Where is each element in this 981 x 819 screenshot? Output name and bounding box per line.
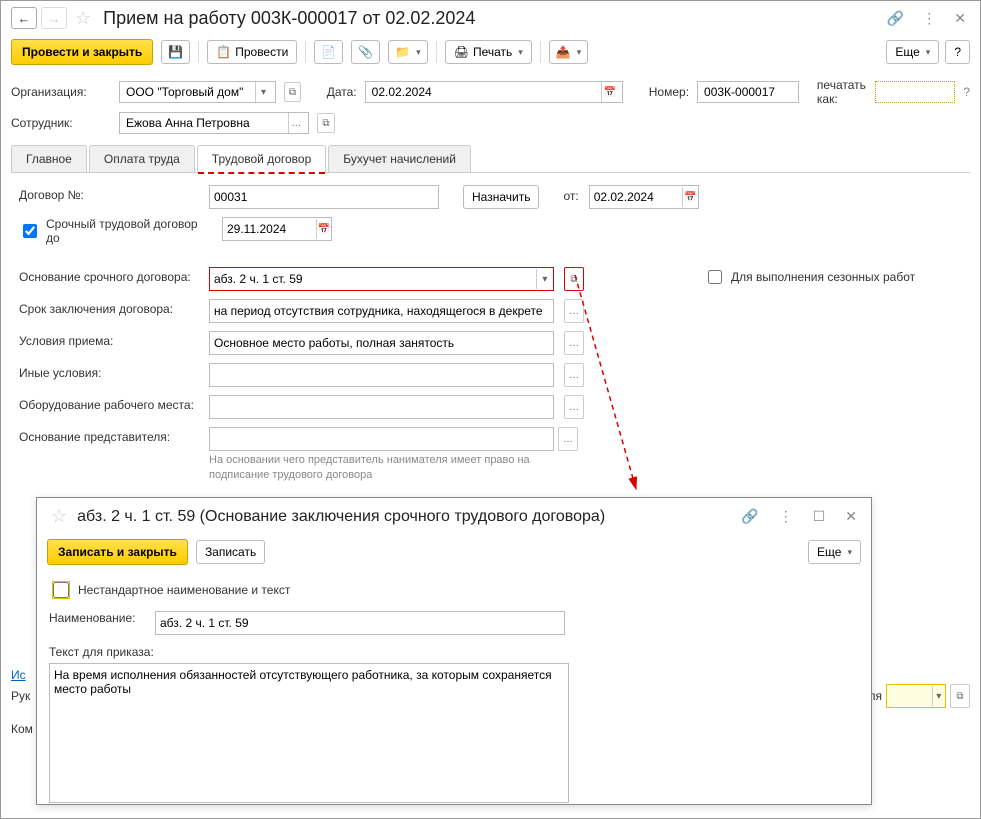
- forward-button[interactable]: →: [41, 7, 67, 29]
- chevron-down-icon: ▾: [518, 47, 523, 58]
- tab-main[interactable]: Главное: [11, 145, 87, 172]
- ellipsis-icon[interactable]: …: [558, 427, 578, 451]
- folder-button[interactable]: 📁▾: [388, 40, 427, 64]
- bottom-field[interactable]: ▾: [886, 684, 946, 708]
- sub-maximize-icon[interactable]: ☐: [809, 506, 830, 527]
- term-label: Срок заключения договора:: [19, 299, 199, 316]
- seasonal-checkbox[interactable]: [708, 270, 722, 284]
- conditions-label: Условия приема:: [19, 331, 199, 348]
- ellipsis-icon[interactable]: …: [564, 299, 584, 323]
- sub-close-icon[interactable]: ✕: [841, 506, 861, 527]
- doc-button[interactable]: 📄: [314, 40, 343, 64]
- ellipsis-icon[interactable]: …: [564, 331, 584, 355]
- close-icon[interactable]: ✕: [950, 8, 970, 29]
- sub-menu-icon[interactable]: ⋮: [775, 506, 797, 527]
- history-link-fragment[interactable]: Ис: [11, 668, 26, 682]
- equipment-label: Оборудование рабочего места:: [19, 395, 199, 412]
- calendar-icon[interactable]: 📅: [601, 82, 618, 102]
- number-field[interactable]: [697, 81, 799, 103]
- print-as-label: печатать как:: [817, 78, 868, 106]
- save-button[interactable]: 💾: [161, 40, 190, 64]
- post-button[interactable]: 📋Провести: [207, 40, 297, 64]
- help-button[interactable]: ?: [945, 40, 970, 64]
- dropdown-icon[interactable]: ▾: [255, 82, 271, 102]
- nonstandard-label: Нестандартное наименование и текст: [78, 583, 290, 597]
- menu-icon[interactable]: ⋮: [918, 8, 940, 29]
- other-field[interactable]: [209, 363, 554, 387]
- print-as-field[interactable]: [875, 81, 955, 103]
- other-label: Иные условия:: [19, 363, 199, 380]
- export-button[interactable]: 📤▾: [549, 40, 588, 64]
- sub-name-label: Наименование:: [49, 611, 145, 625]
- nonstandard-checkbox[interactable]: [53, 582, 69, 598]
- rep-basis-field[interactable]: [209, 427, 554, 451]
- tab-salary[interactable]: Оплата труда: [89, 145, 195, 172]
- sub-save-close-button[interactable]: Записать и закрыть: [47, 539, 188, 565]
- calendar-icon[interactable]: 📅: [316, 219, 331, 239]
- equipment-field[interactable]: [209, 395, 554, 419]
- open-icon[interactable]: ⧉: [317, 113, 335, 133]
- employee-label: Сотрудник:: [11, 116, 111, 130]
- order-text-label: Текст для приказа:: [49, 645, 859, 659]
- chevron-down-icon: ▾: [847, 547, 852, 558]
- calendar-icon[interactable]: 📅: [682, 187, 697, 207]
- until-date-field[interactable]: 📅: [222, 217, 332, 241]
- post-close-button[interactable]: Провести и закрыть: [11, 39, 153, 65]
- seasonal-label: Для выполнения сезонных работ: [731, 270, 915, 284]
- employee-field[interactable]: …: [119, 112, 309, 134]
- tab-accounting[interactable]: Бухучет начислений: [328, 145, 471, 172]
- basis-field[interactable]: ▾: [209, 267, 554, 291]
- favorite-star-icon[interactable]: ☆: [75, 8, 91, 29]
- contract-number-label: Договор №:: [19, 185, 199, 202]
- basis-label: Основание срочного договора:: [19, 267, 199, 284]
- number-label: Номер:: [649, 85, 689, 99]
- open-icon[interactable]: ⧉: [950, 684, 970, 708]
- ellipsis-icon[interactable]: …: [564, 363, 584, 387]
- date-field[interactable]: 📅: [365, 81, 623, 103]
- post-icon: 📋: [216, 45, 231, 59]
- basis-open-icon[interactable]: ⧉: [564, 267, 584, 291]
- contract-number-field[interactable]: [209, 185, 439, 209]
- term-field[interactable]: [209, 299, 554, 323]
- attach-button[interactable]: 📎: [351, 40, 380, 64]
- ellipsis-icon[interactable]: …: [288, 113, 304, 133]
- urgent-checkbox[interactable]: [23, 224, 37, 238]
- tab-contract[interactable]: Трудовой договор: [197, 145, 326, 173]
- sub-link-icon[interactable]: 🔗: [737, 506, 762, 527]
- more-button[interactable]: Еще▾: [886, 40, 939, 64]
- print-button[interactable]: 🖨 Печать▾: [445, 40, 532, 64]
- date-label: Дата:: [327, 85, 357, 99]
- head-label-fragment: Рук: [11, 689, 30, 703]
- sub-save-button[interactable]: Записать: [196, 540, 265, 564]
- from-label: от:: [563, 189, 578, 203]
- from-date-field[interactable]: 📅: [589, 185, 699, 209]
- conditions-field[interactable]: [209, 331, 554, 355]
- dropdown-icon[interactable]: ▾: [536, 269, 553, 289]
- dropdown-icon[interactable]: ▾: [932, 686, 945, 706]
- org-label: Организация:: [11, 85, 111, 99]
- org-field[interactable]: ▾: [119, 81, 276, 103]
- open-icon[interactable]: ⧉: [284, 82, 301, 102]
- chevron-down-icon: ▾: [577, 47, 582, 58]
- rep-basis-label: Основание представителя:: [19, 427, 199, 444]
- comment-label-fragment: Ком: [11, 722, 33, 736]
- chevron-down-icon: ▾: [416, 47, 421, 58]
- print-as-help-icon[interactable]: ?: [963, 85, 970, 99]
- sub-more-button[interactable]: Еще▾: [808, 540, 861, 564]
- sub-page-title: абз. 2 ч. 1 ст. 59 (Основание заключения…: [77, 508, 605, 526]
- ellipsis-icon[interactable]: …: [564, 395, 584, 419]
- back-button[interactable]: ←: [11, 7, 37, 29]
- page-title: Прием на работу 003К-000017 от 02.02.202…: [103, 8, 475, 29]
- sub-favorite-star-icon[interactable]: ☆: [51, 506, 67, 527]
- rep-helper-text: На основании чего представитель нанимате…: [209, 453, 569, 484]
- sub-name-field[interactable]: [155, 611, 565, 635]
- link-icon[interactable]: 🔗: [883, 8, 908, 29]
- assign-button[interactable]: Назначить: [463, 185, 539, 209]
- order-text-area[interactable]: [49, 663, 569, 803]
- urgent-label: Срочный трудовой договор до: [46, 217, 212, 245]
- chevron-down-icon: ▾: [926, 47, 931, 58]
- folder-icon: 📁: [395, 45, 410, 59]
